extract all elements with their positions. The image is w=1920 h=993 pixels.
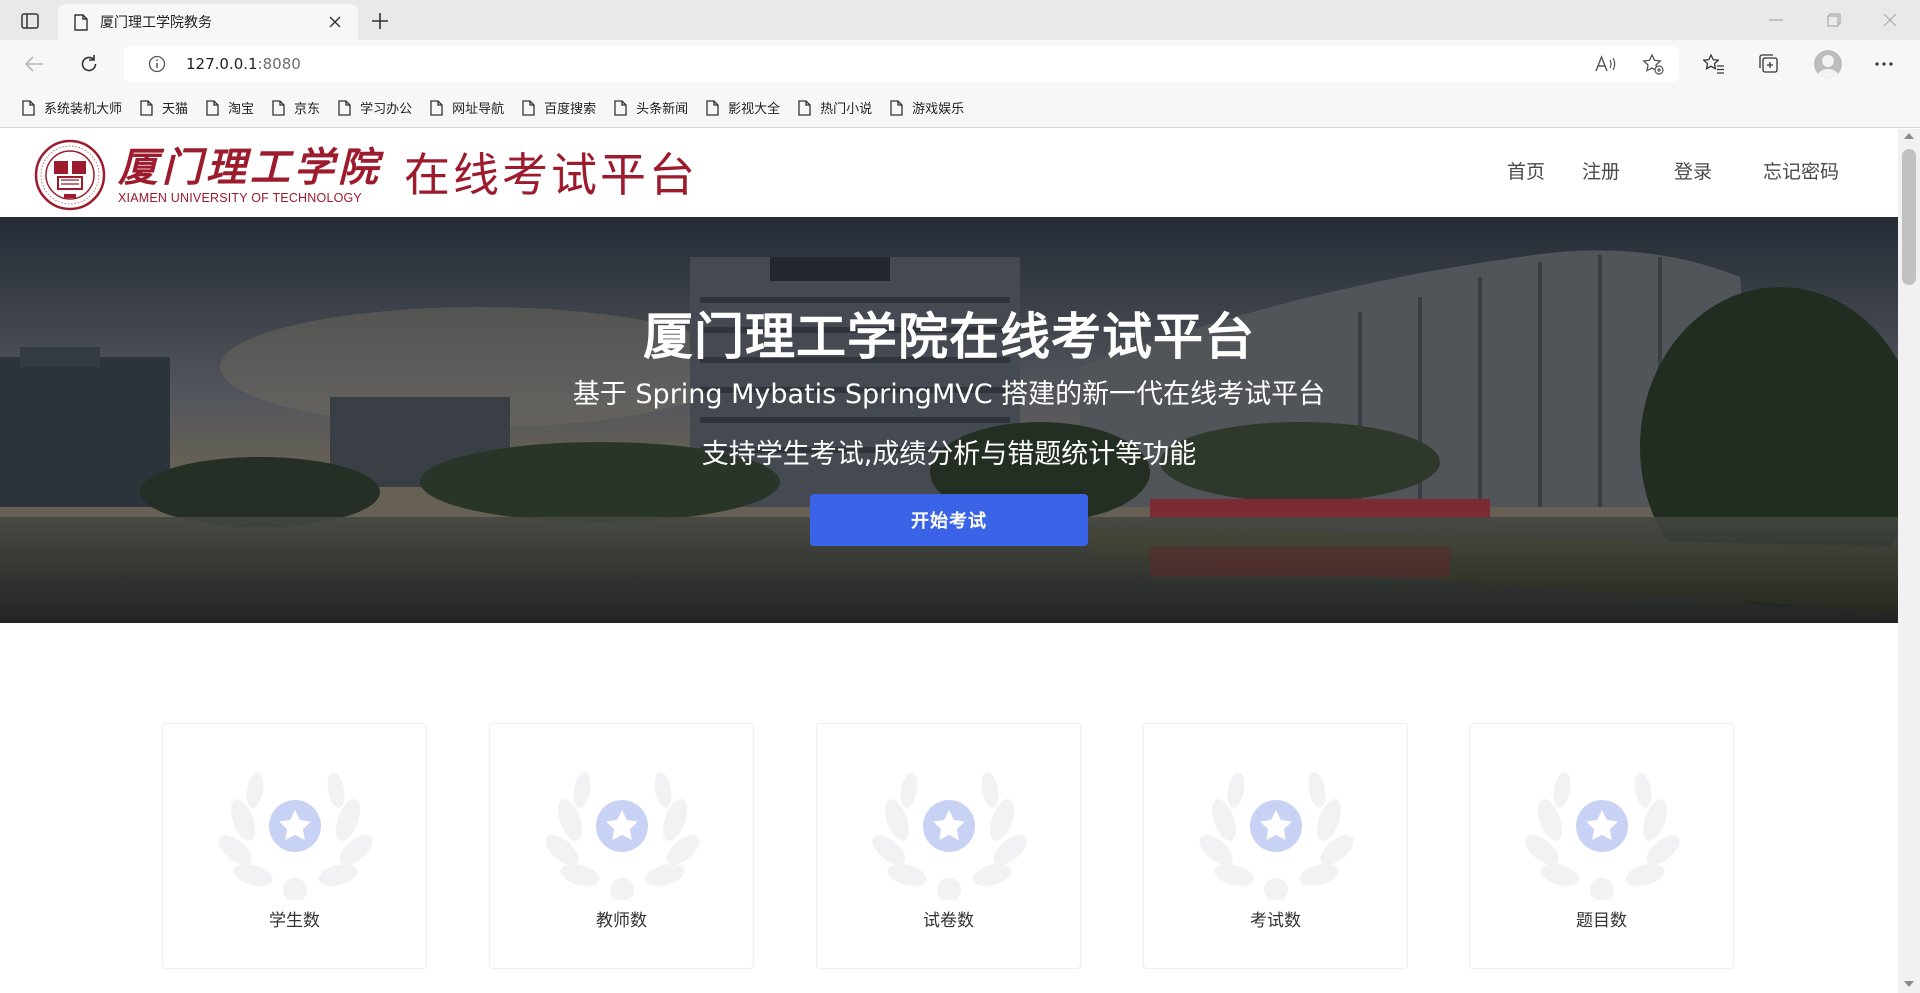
logo-platform-name: 在线考试平台 (404, 148, 698, 202)
bookmarks-bar: 系统装机大师 天猫 淘宝 京东 学习办公 网址导航 百度搜索 头条新闻 影视大全… (0, 88, 1920, 128)
page-viewport: 厦门理工学院 XIAMEN UNIVERSITY OF TECHNOLOGY 在… (0, 129, 1898, 993)
laurel-star-icon (545, 772, 700, 900)
close-window-icon[interactable] (1862, 0, 1918, 40)
stat-label: 考试数 (1250, 911, 1301, 931)
page-icon (138, 99, 154, 117)
stat-card-students[interactable]: 学生数 (162, 723, 427, 969)
bookmark-item[interactable]: 学习办公 (330, 93, 422, 123)
logo-chinese-name: 厦门理工学院 (118, 144, 382, 191)
laurel-star-icon (1199, 772, 1354, 900)
url-text[interactable]: 127.0.0.1:8080 (186, 55, 301, 73)
page-icon (520, 99, 536, 117)
hero-banner: 厦门理工学院在线考试平台 基于 Spring Mybatis SpringMVC… (0, 217, 1898, 623)
bookmark-item[interactable]: 头条新闻 (606, 93, 698, 123)
laurel-star-icon (1525, 772, 1680, 900)
refresh-icon[interactable] (72, 48, 106, 80)
bookmark-label: 影视大全 (728, 102, 781, 117)
stat-card-teachers[interactable]: 教师数 (489, 723, 754, 969)
bookmark-item[interactable]: 网址导航 (422, 93, 514, 123)
bookmark-item[interactable]: 系统装机大师 (14, 93, 132, 123)
nav-forgot-password[interactable]: 忘记密码 (1763, 157, 1839, 184)
stat-label: 试卷数 (923, 911, 974, 931)
page-icon (612, 99, 628, 117)
collections-icon[interactable] (1752, 48, 1786, 80)
bookmark-label: 百度搜索 (544, 102, 597, 117)
page-icon (704, 99, 720, 117)
url-host: 127.0.0.1 (186, 55, 258, 73)
stat-label: 学生数 (269, 911, 320, 931)
laurel-star-icon (872, 772, 1027, 900)
minimize-icon[interactable] (1748, 0, 1804, 40)
logo-text: 厦门理工学院 XIAMEN UNIVERSITY OF TECHNOLOGY (118, 144, 382, 206)
add-favorite-icon[interactable] (1641, 52, 1665, 76)
scroll-up-arrow-icon[interactable] (1904, 133, 1914, 139)
browser-tab[interactable]: 厦门理工学院教务 (58, 4, 358, 40)
scroll-down-arrow-icon[interactable] (1904, 981, 1914, 987)
bookmark-item[interactable]: 影视大全 (698, 93, 790, 123)
bookmark-item[interactable]: 百度搜索 (514, 93, 606, 123)
bookmark-item[interactable]: 天猫 (132, 93, 198, 123)
campus-photo (0, 217, 1898, 623)
nav-home[interactable]: 首页 (1507, 157, 1545, 184)
bookmark-item[interactable]: 热门小说 (790, 93, 882, 123)
stat-label: 教师数 (596, 911, 647, 931)
bookmark-label: 学习办公 (360, 102, 413, 117)
page-icon (888, 99, 904, 117)
hero-title: 厦门理工学院在线考试平台 (643, 308, 1255, 366)
browser-titlebar: 厦门理工学院教务 (0, 0, 1920, 40)
favorites-icon[interactable] (1697, 48, 1731, 80)
bookmark-label: 京东 (294, 102, 321, 117)
start-exam-button[interactable]: 开始考试 (810, 494, 1088, 546)
stat-card-papers[interactable]: 试卷数 (816, 723, 1081, 969)
close-tab-icon[interactable] (324, 11, 346, 33)
address-bar-row: 127.0.0.1:8080 (0, 40, 1920, 88)
page-icon (336, 99, 352, 117)
bookmark-item[interactable]: 淘宝 (198, 93, 264, 123)
url-port: :8080 (257, 55, 301, 73)
profile-avatar[interactable] (1814, 50, 1842, 78)
bookmark-label: 头条新闻 (636, 102, 689, 117)
page-icon (204, 99, 220, 117)
bookmark-item[interactable]: 京东 (264, 93, 330, 123)
hero-subtitle-2: 支持学生考试,成绩分析与错题统计等功能 (701, 439, 1197, 470)
address-bar[interactable]: 127.0.0.1:8080 (124, 46, 1679, 82)
page-icon (428, 99, 444, 117)
page-scrollbar[interactable] (1898, 129, 1920, 993)
bookmark-label: 淘宝 (228, 102, 255, 117)
site-logo[interactable]: 厦门理工学院 XIAMEN UNIVERSITY OF TECHNOLOGY 在… (34, 139, 698, 211)
more-menu-icon[interactable] (1867, 48, 1901, 80)
bookmark-item[interactable]: 游戏娱乐 (882, 93, 974, 123)
tab-title: 厦门理工学院教务 (100, 15, 212, 31)
bookmark-label: 热门小说 (820, 102, 873, 117)
bookmark-label: 游戏娱乐 (912, 102, 965, 117)
university-seal-icon (34, 139, 106, 211)
back-arrow-icon[interactable] (17, 48, 51, 80)
stat-card-questions[interactable]: 题目数 (1469, 723, 1734, 969)
read-aloud-icon[interactable] (1594, 52, 1618, 76)
page-icon (270, 99, 286, 117)
scroll-thumb[interactable] (1902, 149, 1916, 285)
tab-actions-icon[interactable] (14, 8, 46, 34)
nav-register[interactable]: 注册 (1582, 157, 1620, 184)
stat-card-exams[interactable]: 考试数 (1143, 723, 1408, 969)
nav-login[interactable]: 登录 (1674, 157, 1712, 184)
bookmark-label: 网址导航 (452, 102, 505, 117)
laurel-star-icon (218, 772, 373, 900)
site-info-icon[interactable] (146, 53, 168, 75)
stat-label: 题目数 (1576, 911, 1627, 931)
logo-english-name: XIAMEN UNIVERSITY OF TECHNOLOGY (118, 191, 362, 205)
bookmark-label: 系统装机大师 (44, 102, 123, 117)
page-icon (796, 99, 812, 117)
bookmark-label: 天猫 (162, 102, 189, 117)
restore-icon[interactable] (1806, 0, 1862, 40)
site-nav: 首页 注册 登录 忘记密码 (1298, 157, 1898, 189)
page-icon (20, 99, 36, 117)
page-icon (72, 13, 90, 31)
site-header: 厦门理工学院 XIAMEN UNIVERSITY OF TECHNOLOGY 在… (0, 129, 1898, 217)
new-tab-icon[interactable] (366, 7, 394, 35)
hero-subtitle: 基于 Spring Mybatis SpringMVC 搭建的新一代在线考试平台 (572, 379, 1326, 410)
